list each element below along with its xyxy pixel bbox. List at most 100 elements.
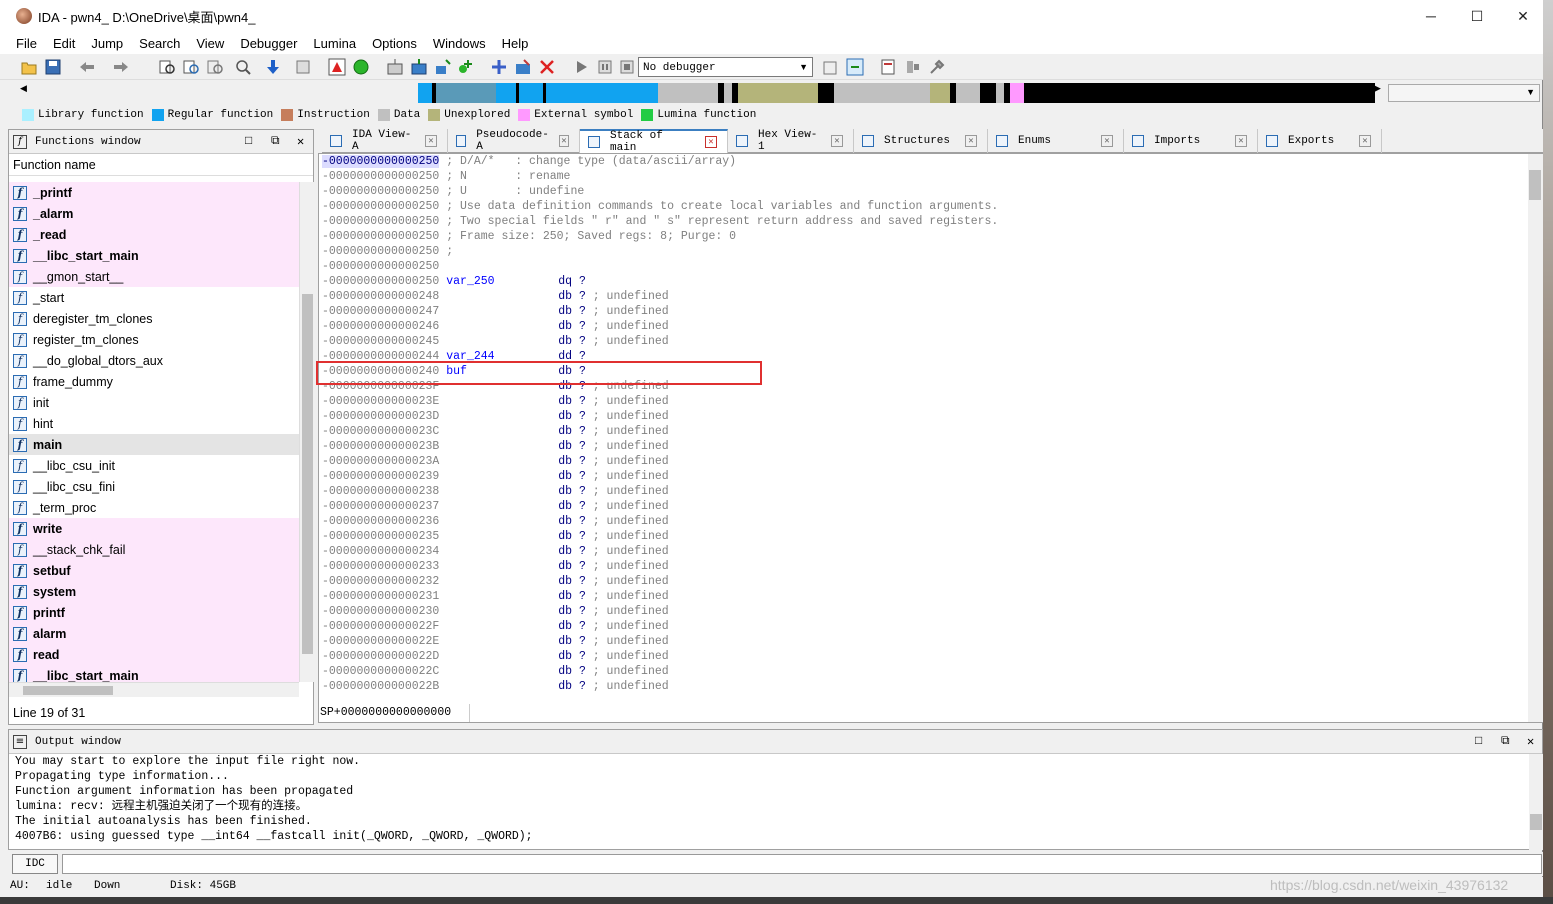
navigation-combo[interactable]: ▼ (1388, 84, 1540, 102)
functions-vertical-scrollbar[interactable] (299, 182, 314, 682)
stack-var-line[interactable]: -0000000000000235 db ? ; undefined (322, 529, 998, 544)
tab-close-icon[interactable]: ✕ (1359, 135, 1371, 147)
menu-file[interactable]: File (8, 36, 45, 51)
stack-comment-line[interactable]: -0000000000000250 ; Frame size: 250; Sav… (322, 229, 998, 244)
function-list-item[interactable]: f register_tm_clones (9, 329, 299, 350)
menu-windows[interactable]: Windows (425, 36, 494, 51)
stack-var-line[interactable]: -0000000000000248 db ? ; undefined (322, 289, 998, 304)
function-list-item[interactable]: f init (9, 392, 299, 413)
menu-edit[interactable]: Edit (45, 36, 83, 51)
open-file-icon[interactable] (20, 58, 38, 76)
script-icon[interactable] (294, 58, 312, 76)
jump-down-icon[interactable] (264, 58, 282, 76)
stack-var-line[interactable]: -000000000000022E db ? ; undefined (322, 634, 998, 649)
close-button[interactable]: ✕ (1500, 0, 1546, 32)
stack-var-var-250[interactable]: -0000000000000250 var_250 dq ? (322, 274, 998, 289)
next-search-icon[interactable] (234, 58, 252, 76)
stack-var-line[interactable]: -0000000000000233 db ? ; undefined (322, 559, 998, 574)
panel-maximize-icon[interactable]: □ (245, 134, 252, 148)
data-icon[interactable] (386, 58, 404, 76)
function-list-item[interactable]: f write (9, 518, 299, 539)
code-icon[interactable] (410, 58, 428, 76)
stack-comment-line[interactable]: -0000000000000250 ; (322, 244, 998, 259)
function-list-item[interactable]: f __libc_csu_fini (9, 476, 299, 497)
menu-options[interactable]: Options (364, 36, 425, 51)
panel-close-icon[interactable]: ✕ (297, 134, 304, 149)
maximize-button[interactable]: ☐ (1454, 0, 1500, 32)
panel-float-icon[interactable]: ⧉ (271, 134, 280, 148)
tab-ida-view-a[interactable]: IDA View-A ✕ (322, 129, 448, 153)
nav-scroll-right-icon[interactable]: ▶ (1374, 83, 1381, 94)
function-list-item[interactable]: f __gmon_start__ (9, 266, 299, 287)
stack-comment-line[interactable]: -0000000000000250 ; Two special fields "… (322, 214, 998, 229)
tab-structures[interactable]: Structures ✕ (854, 129, 988, 153)
breakpoint-list-icon[interactable] (880, 58, 898, 76)
nav-scroll-left-icon[interactable]: ◀ (20, 83, 27, 94)
function-list-item[interactable]: f main (9, 434, 299, 455)
stack-var-line[interactable]: -0000000000000230 db ? ; undefined (322, 604, 998, 619)
menu-view[interactable]: View (188, 36, 232, 51)
stack-var-line[interactable]: -000000000000023B db ? ; undefined (322, 439, 998, 454)
save-icon[interactable] (44, 58, 62, 76)
stack-var-line[interactable]: -0000000000000239 db ? ; undefined (322, 469, 998, 484)
stack-comment-line[interactable]: -0000000000000250 (322, 259, 998, 274)
function-list-item[interactable]: f read (9, 644, 299, 665)
menu-search[interactable]: Search (131, 36, 188, 51)
function-list-item[interactable]: f _term_proc (9, 497, 299, 518)
patch-icon[interactable] (514, 58, 532, 76)
tab-imports[interactable]: Imports ✕ (1124, 129, 1258, 153)
stack-var-line[interactable]: -0000000000000231 db ? ; undefined (322, 589, 998, 604)
graph-view-icon[interactable] (328, 58, 346, 76)
binary-search-icon[interactable] (182, 58, 200, 76)
attach-process-icon[interactable] (822, 58, 840, 76)
add-breakpoint-icon[interactable] (456, 58, 474, 76)
cross-reference-icon[interactable] (490, 58, 508, 76)
scrollbar-thumb[interactable] (23, 686, 113, 695)
panel-maximize-icon[interactable]: □ (1475, 734, 1482, 748)
output-log[interactable]: You may start to explore the input file … (15, 754, 1525, 850)
tab-hex-view-1[interactable]: Hex View-1 ✕ (728, 129, 854, 153)
tab-close-icon[interactable]: ✕ (558, 135, 569, 147)
stack-var-line[interactable]: -0000000000000234 db ? ; undefined (322, 544, 998, 559)
stack-comment-line[interactable]: -0000000000000250 ; D/A/* : change type … (322, 154, 998, 169)
scrollbar-thumb[interactable] (1529, 170, 1541, 200)
menu-help[interactable]: Help (494, 36, 537, 51)
start-debug-icon[interactable] (572, 58, 590, 76)
stack-var-line[interactable]: -000000000000023D db ? ; undefined (322, 409, 998, 424)
minimize-button[interactable]: ─ (1408, 0, 1454, 32)
function-list-item[interactable]: f _read (9, 224, 299, 245)
function-list-item[interactable]: f _alarm (9, 203, 299, 224)
stack-view-vertical-scrollbar[interactable] (1528, 154, 1543, 722)
tab-close-icon[interactable]: ✕ (1235, 135, 1247, 147)
stack-var-line[interactable]: -000000000000023A db ? ; undefined (322, 454, 998, 469)
stack-comment-line[interactable]: -0000000000000250 ; N : rename (322, 169, 998, 184)
scrollbar-thumb[interactable] (302, 294, 313, 654)
tab-close-icon[interactable]: ✕ (965, 135, 977, 147)
tab-close-icon[interactable]: ✕ (831, 135, 843, 147)
stack-comment-line[interactable]: -0000000000000250 ; Use data definition … (322, 199, 998, 214)
function-list-item[interactable]: f hint (9, 413, 299, 434)
pause-debug-icon[interactable] (596, 58, 614, 76)
stack-comment-line[interactable]: -0000000000000250 ; U : undefine (322, 184, 998, 199)
plugin-icon[interactable] (904, 58, 922, 76)
stack-frame-view[interactable]: -0000000000000250 ; D/A/* : change type … (318, 153, 1543, 723)
function-list-item[interactable]: f _start (9, 287, 299, 308)
tab-pseudocode-a[interactable]: Pseudocode-A ✕ (448, 129, 580, 153)
function-list-item[interactable]: f system (9, 581, 299, 602)
function-list-item[interactable]: f deregister_tm_clones (9, 308, 299, 329)
text-search-icon[interactable] (158, 58, 176, 76)
stack-var-line[interactable]: -000000000000022D db ? ; undefined (322, 649, 998, 664)
stack-var-line[interactable]: -0000000000000247 db ? ; undefined (322, 304, 998, 319)
navigation-band[interactable]: ◀ ▶ (10, 83, 1385, 105)
menu-lumina[interactable]: Lumina (305, 36, 364, 51)
menu-jump[interactable]: Jump (83, 36, 131, 51)
stack-var-line[interactable]: -0000000000000245 db ? ; undefined (322, 334, 998, 349)
forward-arrow-icon[interactable] (112, 58, 130, 76)
function-list-item[interactable]: f __do_global_dtors_aux (9, 350, 299, 371)
function-icon[interactable] (434, 58, 452, 76)
stack-var-line[interactable]: -0000000000000232 db ? ; undefined (322, 574, 998, 589)
script-language-button[interactable]: IDC (12, 854, 58, 874)
tab-enums[interactable]: Enums ✕ (988, 129, 1124, 153)
navigation-band-colors[interactable] (418, 83, 1375, 103)
stack-var-line[interactable]: -0000000000000246 db ? ; undefined (322, 319, 998, 334)
